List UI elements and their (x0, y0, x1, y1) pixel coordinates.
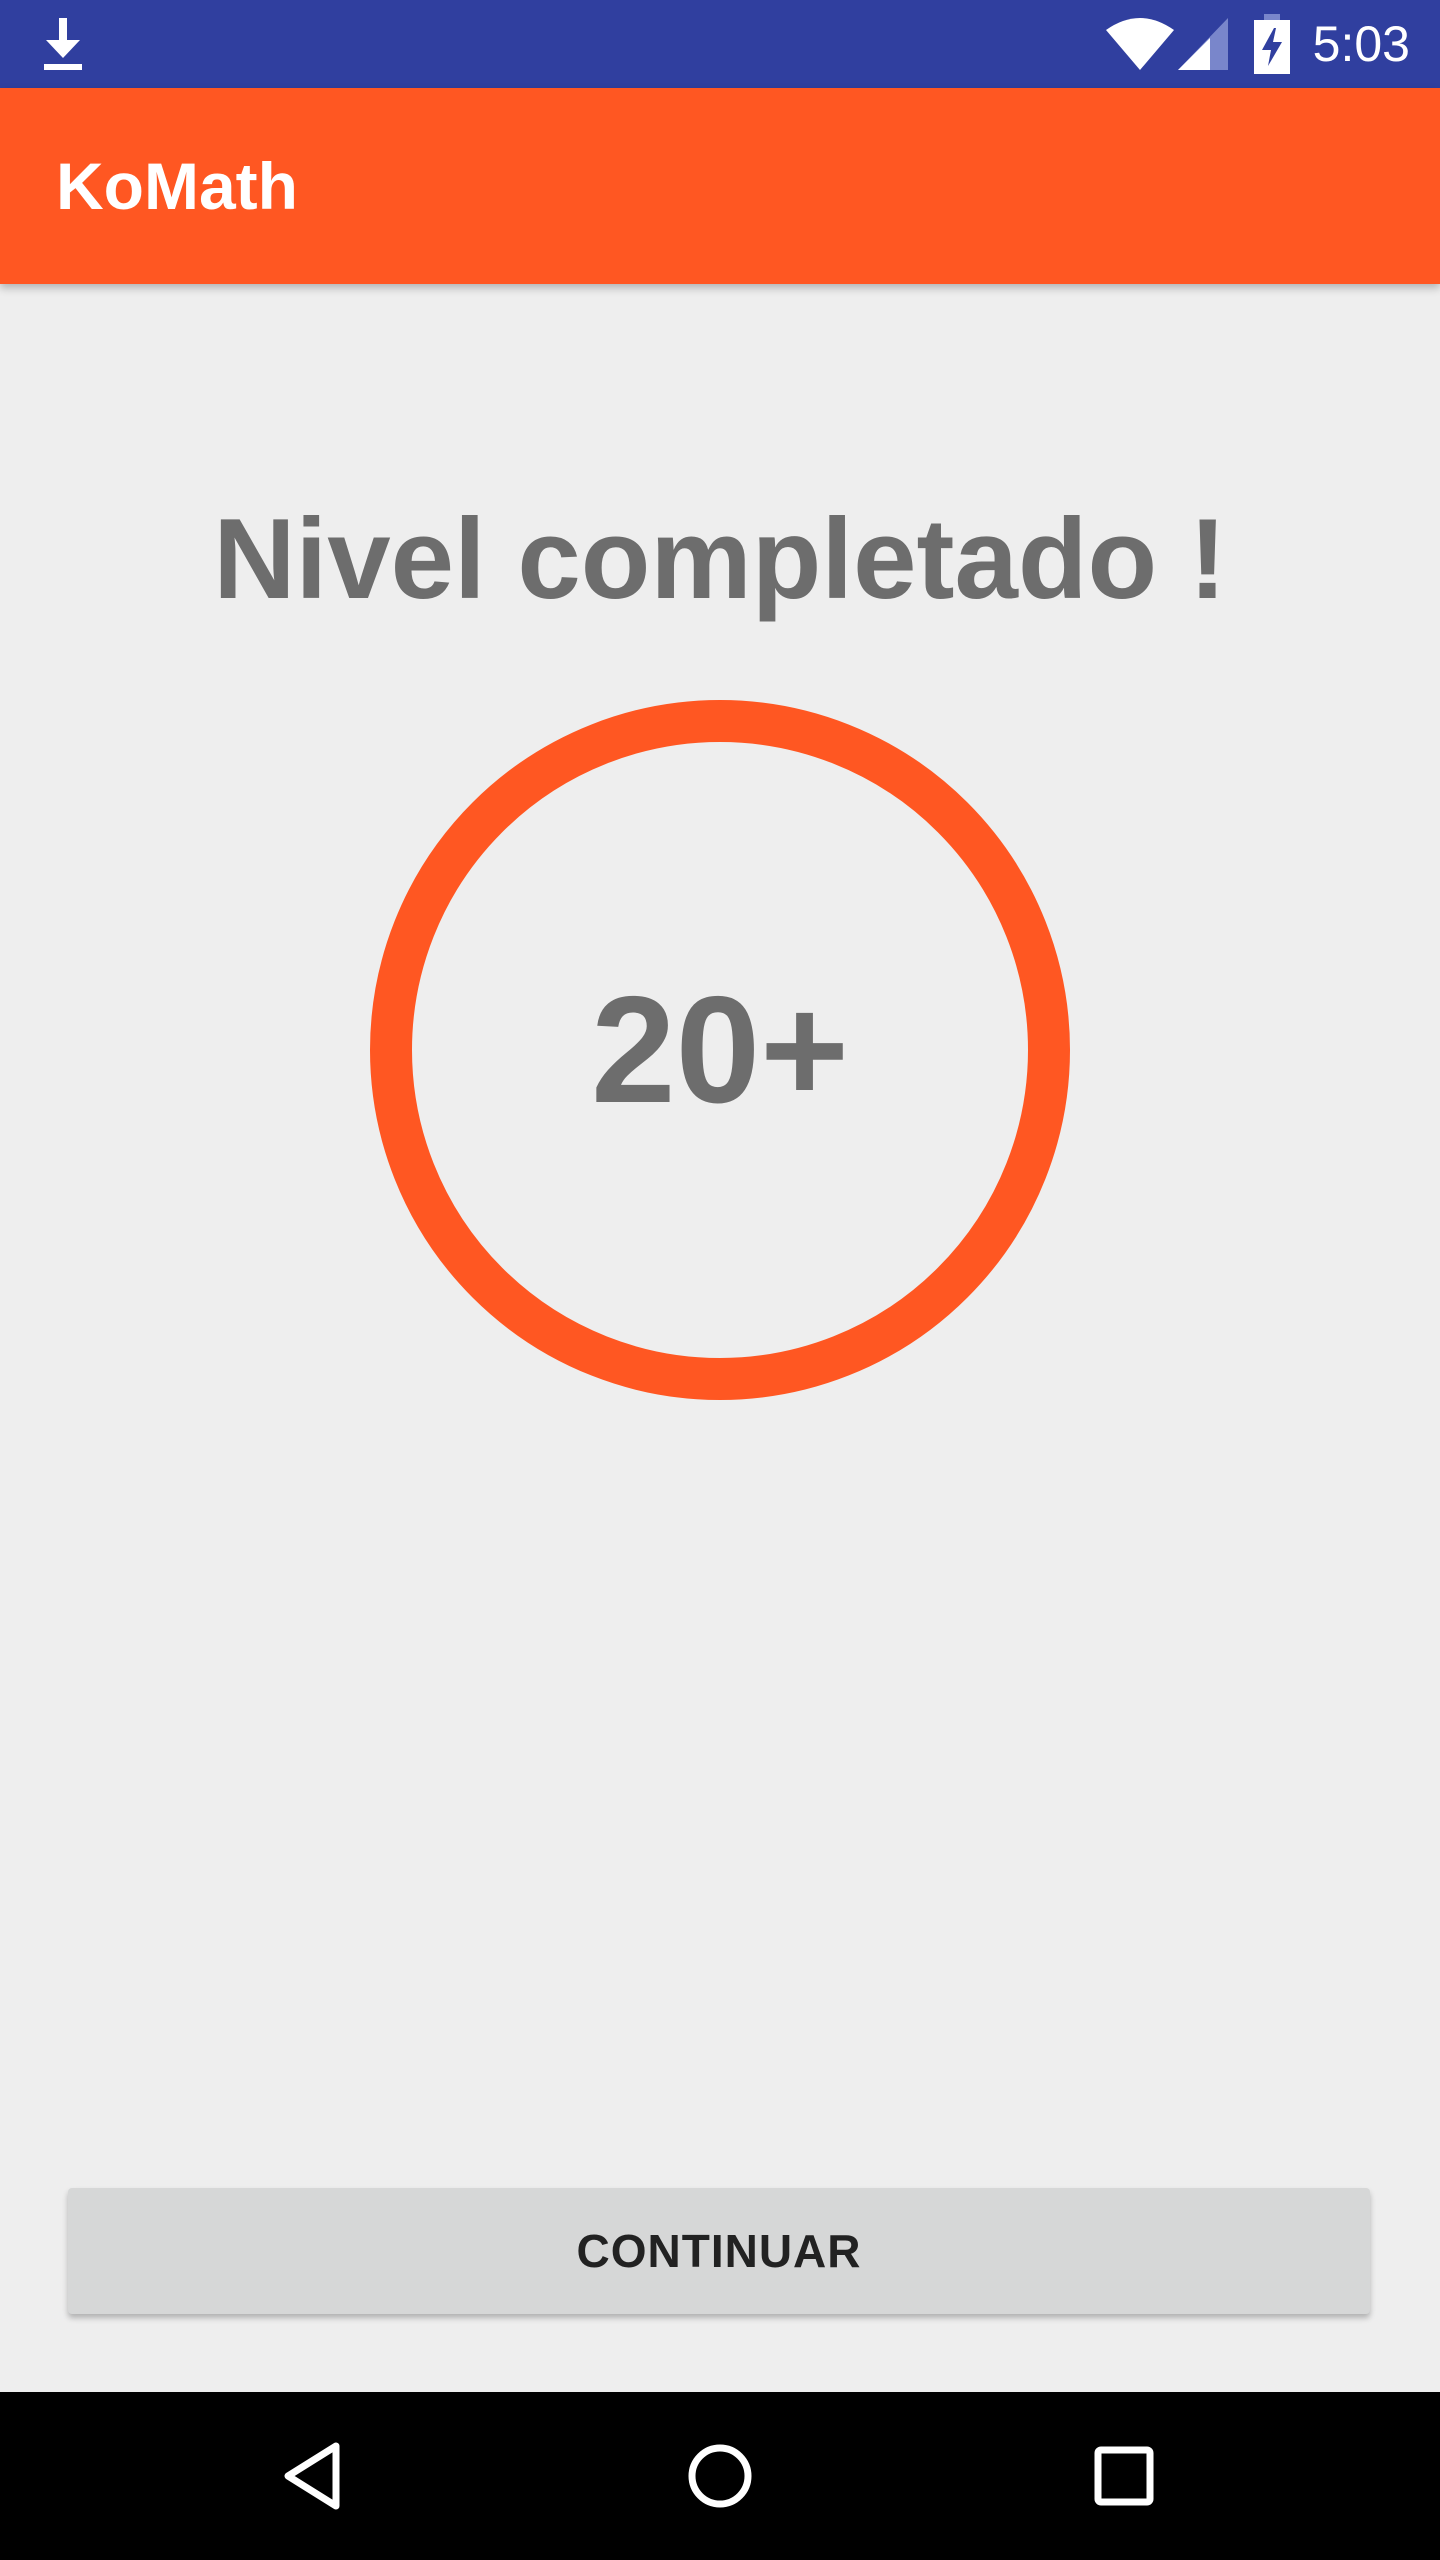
navigation-bar (0, 2392, 1440, 2560)
signal-icon (1178, 18, 1228, 70)
level-badge-label: 20+ (591, 964, 849, 1135)
home-icon[interactable] (680, 2436, 760, 2516)
app-bar: KoMath (0, 88, 1440, 284)
wifi-icon (1106, 18, 1174, 70)
screen: 5:03 KoMath Nivel completado ! 20+ CONTI… (0, 0, 1440, 2560)
download-icon (44, 18, 82, 70)
level-complete-heading: Nivel completado ! (213, 496, 1227, 623)
status-bar: 5:03 (0, 0, 1440, 88)
status-clock: 5:03 (1312, 16, 1410, 72)
recents-icon[interactable] (1084, 2436, 1164, 2516)
level-badge-circle: 20+ (370, 700, 1070, 1400)
back-icon[interactable] (276, 2436, 356, 2516)
continue-button[interactable]: CONTINUAR (68, 2188, 1370, 2314)
battery-charging-icon (1254, 14, 1290, 74)
app-title: KoMath (56, 149, 298, 223)
